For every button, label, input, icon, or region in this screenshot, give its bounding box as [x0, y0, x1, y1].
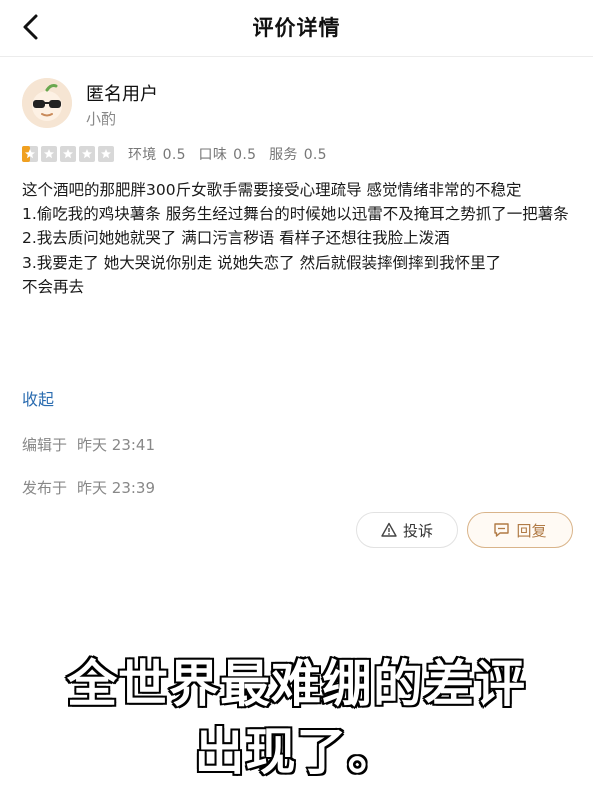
- review-line: 这个酒吧的那肥胖300斤女歌手需要接受心理疏导 感觉情绪非常的不稳定: [22, 181, 522, 199]
- edited-time: 编辑于 昨天 23:41: [22, 434, 155, 455]
- service-score-value: 0.5: [303, 147, 327, 163]
- service-score-label: 服务: [269, 147, 298, 163]
- taste-score-label: 口味: [198, 147, 228, 163]
- sub-scores: 环境 0.5 口味 0.5 服务 0.5: [128, 144, 333, 164]
- edited-time-value: 昨天 23:41: [77, 436, 156, 454]
- caption-line-2: 出现了。: [193, 722, 399, 783]
- taste-score-value: 0.5: [233, 147, 257, 163]
- star-icon: [22, 146, 38, 162]
- review-line: 不会再去: [22, 277, 85, 296]
- star-rating: [22, 146, 114, 162]
- review-text: 这个酒吧的那肥胖300斤女歌手需要接受心理疏导 感觉情绪非常的不稳定 1.偷吃我…: [22, 178, 578, 299]
- comment-icon: [494, 523, 510, 537]
- edited-label: 编辑于: [22, 436, 68, 454]
- env-score-label: 环境: [128, 147, 157, 163]
- report-button[interactable]: 投诉: [356, 512, 458, 548]
- review-author: 匿名用户 小酌: [22, 78, 582, 138]
- review-line: 1.偷吃我的鸡块薯条 服务生经过舞台的时候她以迅雷不及掩耳之势抓了一把薯条: [22, 205, 569, 224]
- rating-row: 环境 0.5 口味 0.5 服务 0.5: [22, 144, 333, 164]
- warning-icon: [381, 522, 397, 537]
- reply-button[interactable]: 回复: [467, 512, 573, 548]
- star-icon: [41, 146, 57, 162]
- username[interactable]: 匿名用户: [86, 80, 158, 106]
- posted-label: 发布于: [22, 479, 68, 497]
- report-label: 投诉: [402, 521, 433, 540]
- user-tag: 小酌: [86, 110, 117, 128]
- page-title: 评价详情: [252, 16, 341, 40]
- reply-label: 回复: [516, 521, 547, 540]
- star-icon: [79, 146, 95, 162]
- review-line: 3.我要走了 她大哭说你别走 说她失恋了 然后就假装摔倒摔到我怀里了: [22, 253, 502, 272]
- collapse-link[interactable]: 收起: [22, 386, 54, 410]
- avatar[interactable]: [22, 78, 72, 128]
- star-icon: [98, 146, 114, 162]
- nav-bar: 评价详情: [0, 0, 593, 57]
- sunglasses-avatar-icon: [22, 78, 72, 128]
- env-score-value: 0.5: [162, 147, 186, 163]
- star-icon: [60, 146, 76, 162]
- review-line: 2.我去质问她她就哭了 满口污言秽语 看样子还想往我脸上泼酒: [22, 229, 450, 248]
- caption-line-1: 全世界最难绷的差评: [66, 654, 527, 715]
- posted-time: 发布于 昨天 23:39: [22, 477, 155, 498]
- posted-time-value: 昨天 23:39: [77, 479, 156, 497]
